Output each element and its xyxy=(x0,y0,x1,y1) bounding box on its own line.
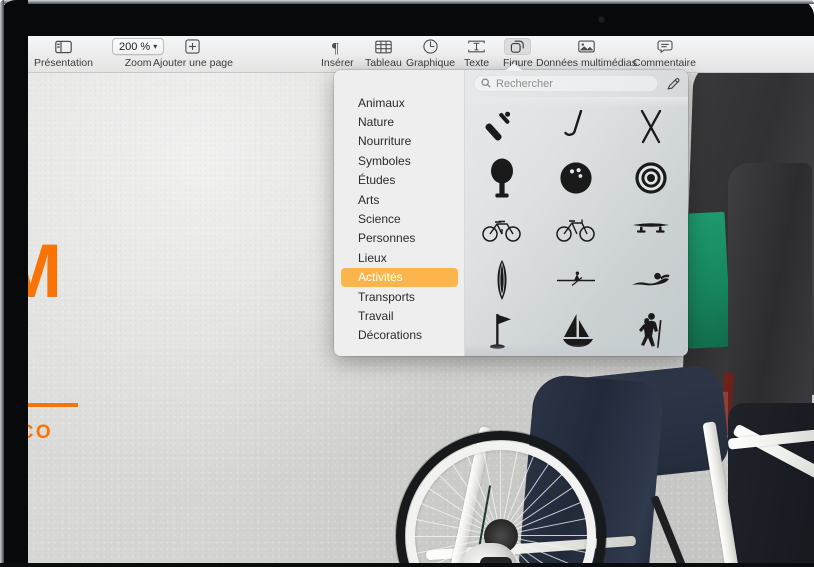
chart-clock-icon xyxy=(423,38,438,55)
toolbar-label-text: Texte xyxy=(464,57,490,69)
toolbar-label-table: Tableau xyxy=(365,57,402,69)
laptop-bezel-left-highlight xyxy=(0,0,4,567)
toolbar-button-comment[interactable]: Commentaire xyxy=(633,38,696,72)
toolbar-label-insert: Insérer xyxy=(321,57,354,69)
popover-arrow xyxy=(505,63,523,71)
pen-draw-icon[interactable] xyxy=(666,77,680,91)
shape-grid[interactable] xyxy=(465,97,688,356)
shape-golf-club[interactable] xyxy=(553,105,599,149)
category-item-nourriture[interactable]: Nourriture xyxy=(334,132,464,151)
laptop-bezel-left xyxy=(0,0,28,567)
media-image-icon xyxy=(578,38,595,55)
search-icon xyxy=(481,75,491,93)
category-item-lieux[interactable]: Lieux xyxy=(334,248,464,267)
photo-person-arm xyxy=(728,163,812,433)
popover-category-list[interactable]: Animaux Nature Nourriture Symboles Étude… xyxy=(334,70,465,356)
camera-dot-icon xyxy=(599,17,604,22)
laptop-bezel-top-highlight xyxy=(0,0,814,4)
shape-rowing-boat[interactable] xyxy=(553,258,599,302)
shape-ping-pong-paddle[interactable] xyxy=(479,156,525,200)
laptop-bezel-bottom xyxy=(0,563,814,567)
screenshot-root: Présentation 200 % ▾ Zoom Ajouter une pa… xyxy=(0,0,814,567)
shape-sailboat[interactable] xyxy=(553,309,599,353)
category-item-transports[interactable]: Transports xyxy=(334,287,464,306)
shape-crossed-skis[interactable] xyxy=(628,105,674,149)
text-box-icon xyxy=(468,38,485,55)
toolbar-button-media[interactable]: Données multimédias xyxy=(536,38,637,72)
toolbar-button-presentation[interactable]: Présentation xyxy=(34,38,93,72)
sidebar-panel-icon xyxy=(55,38,72,55)
shape-bowling-ball[interactable] xyxy=(553,156,599,200)
category-item-animaux[interactable]: Animaux xyxy=(334,93,464,112)
toolbar-button-add-page[interactable]: Ajouter une page xyxy=(153,38,233,72)
photo-bike-wheel xyxy=(396,431,606,563)
shape-hiker[interactable] xyxy=(628,309,674,353)
toolbar-button-chart[interactable]: Graphique xyxy=(406,38,455,72)
category-item-nature[interactable]: Nature xyxy=(334,112,464,131)
search-input[interactable]: Rechercher xyxy=(474,75,658,92)
popover-shape-panel: Rechercher xyxy=(465,70,688,356)
toolbar-button-text[interactable]: Texte xyxy=(464,38,489,72)
shape-bicycle[interactable] xyxy=(479,207,525,251)
toolbar-button-table[interactable]: Tableau xyxy=(365,38,402,72)
category-item-science[interactable]: Science xyxy=(334,209,464,228)
shape-cricket-bat-ball[interactable] xyxy=(479,105,525,149)
toolbar-label-comment: Commentaire xyxy=(633,57,697,69)
table-icon xyxy=(375,38,392,55)
shape-swimmer[interactable] xyxy=(628,258,674,302)
category-item-travail[interactable]: Travail xyxy=(334,306,464,325)
toolbar-label-add-page: Ajouter une page xyxy=(153,57,233,69)
shape-surfboard[interactable] xyxy=(479,258,525,302)
category-item-arts[interactable]: Arts xyxy=(334,190,464,209)
comment-bubble-icon xyxy=(656,38,673,55)
shape-golf-flag[interactable] xyxy=(479,309,525,353)
shape-dartboard[interactable] xyxy=(628,156,674,200)
toolbar-label-zoom: Zoom xyxy=(124,57,152,69)
category-item-decorations[interactable]: Décorations xyxy=(334,326,464,345)
pilcrow-icon: ¶ xyxy=(331,38,344,55)
toolbar-button-insert[interactable]: ¶ Insérer xyxy=(321,38,354,72)
category-item-activites[interactable]: Activités xyxy=(341,267,458,287)
shapes-popover: Animaux Nature Nourriture Symboles Étude… xyxy=(334,70,688,356)
zoom-value-label: 200 % xyxy=(119,40,151,53)
toolbar: Présentation 200 % ▾ Zoom Ajouter une pa… xyxy=(28,36,814,73)
toolbar-label-presentation: Présentation xyxy=(34,57,93,69)
laptop-bezel-top xyxy=(0,0,814,36)
category-item-etudes[interactable]: Études xyxy=(334,171,464,190)
toolbar-label-media: Données multimédias xyxy=(536,57,637,69)
shape-skateboard[interactable] xyxy=(628,207,674,251)
toolbar-label-chart: Graphique xyxy=(406,57,456,69)
search-placeholder: Rechercher xyxy=(496,77,553,90)
shape-bicycle-alt[interactable] xyxy=(553,207,599,251)
popover-searchbar: Rechercher xyxy=(465,70,688,97)
svg-text:¶: ¶ xyxy=(332,40,339,55)
shapes-icon xyxy=(504,38,532,55)
category-item-symboles[interactable]: Symboles xyxy=(334,151,464,170)
plus-box-icon xyxy=(185,38,201,55)
category-item-personnes[interactable]: Personnes xyxy=(334,229,464,248)
